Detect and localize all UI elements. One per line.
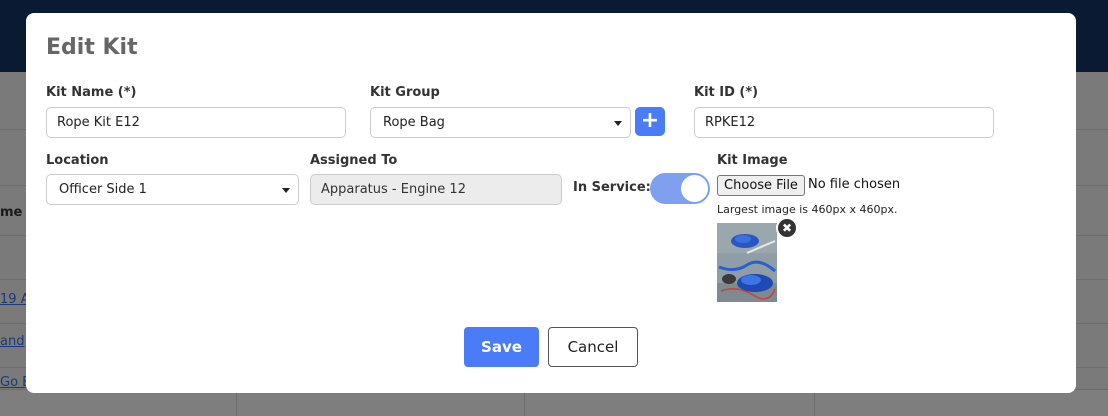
choose-file-button[interactable]: Choose File [717, 175, 805, 196]
chevron-down-icon [282, 188, 290, 193]
column-divider [814, 390, 815, 416]
assigned-to-label: Assigned To [310, 153, 398, 168]
edit-kit-modal: Edit Kit Kit Name (*) Rope Kit E12 Kit G… [26, 13, 1076, 393]
toggle-knob [681, 175, 708, 202]
save-button[interactable]: Save [464, 327, 539, 367]
plus-icon: + [640, 108, 660, 133]
kit-id-label: Kit ID (*) [694, 85, 759, 100]
column-divider [236, 390, 237, 416]
location-label: Location [46, 153, 109, 168]
kit-name-label: Kit Name (*) [46, 85, 137, 100]
table-row-link[interactable]: and [0, 334, 24, 349]
image-size-hint: Largest image is 460px x 460px. [717, 203, 898, 216]
modal-title: Edit Kit [46, 35, 138, 60]
kit-image-thumbnail [717, 223, 777, 302]
remove-image-button[interactable]: ✖ [776, 217, 798, 239]
in-service-toggle[interactable] [650, 173, 710, 204]
assigned-to-field: Apparatus - Engine 12 [310, 174, 562, 205]
cancel-button[interactable]: Cancel [548, 327, 638, 367]
kit-group-selected-value: Rope Bag [383, 115, 445, 130]
add-kit-group-button[interactable]: + [635, 107, 665, 136]
column-divider [524, 390, 525, 416]
kit-group-label: Kit Group [370, 85, 440, 100]
in-service-label: In Service: [573, 180, 651, 195]
close-icon: ✖ [781, 221, 793, 235]
kit-group-select[interactable]: Rope Bag [370, 107, 631, 138]
kit-image-label: Kit Image [717, 153, 788, 168]
table-header-name: me [0, 205, 23, 220]
kit-id-input[interactable]: RPKE12 [694, 107, 994, 138]
kit-photo [717, 223, 777, 302]
kit-name-input[interactable]: Rope Kit E12 [46, 107, 346, 138]
file-status-text: No file chosen [808, 177, 901, 192]
location-select[interactable]: Officer Side 1 [46, 174, 299, 205]
location-selected-value: Officer Side 1 [59, 182, 147, 197]
chevron-down-icon [614, 121, 622, 126]
